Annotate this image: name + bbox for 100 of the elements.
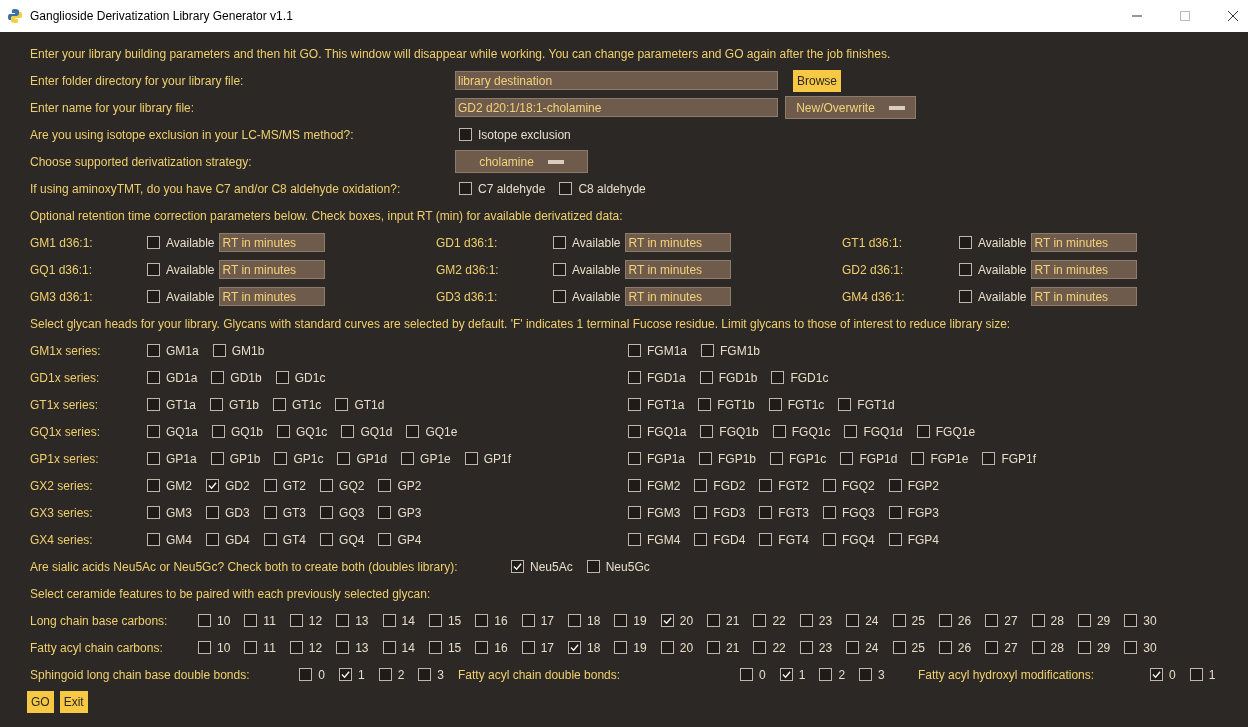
checkbox[interactable]: [1077, 614, 1091, 627]
checkbox[interactable]: [147, 236, 160, 249]
checkbox[interactable]: [263, 506, 277, 519]
checkbox[interactable]: [700, 425, 714, 438]
checkbox[interactable]: [660, 641, 674, 654]
checkbox[interactable]: [586, 560, 600, 573]
checkbox[interactable]: [1031, 614, 1045, 627]
checkbox[interactable]: [521, 614, 535, 627]
checkbox[interactable]: [660, 614, 674, 627]
checkbox[interactable]: [274, 452, 288, 465]
checkbox[interactable]: [244, 614, 258, 627]
checkbox[interactable]: [147, 425, 160, 438]
checkbox[interactable]: [1189, 668, 1203, 681]
checkbox[interactable]: [916, 425, 930, 438]
checkbox[interactable]: [559, 182, 573, 195]
checkbox[interactable]: [628, 371, 641, 384]
browse-button[interactable]: Browse: [793, 69, 841, 92]
checkbox[interactable]: [210, 452, 224, 465]
checkbox[interactable]: [464, 452, 478, 465]
checkbox[interactable]: [628, 344, 641, 357]
checkbox[interactable]: [568, 641, 581, 654]
checkbox[interactable]: [707, 614, 721, 627]
checkbox[interactable]: [320, 533, 334, 546]
checkbox[interactable]: [382, 614, 396, 627]
checkbox[interactable]: [378, 479, 392, 492]
checkbox[interactable]: [289, 614, 303, 627]
checkbox[interactable]: [759, 506, 773, 519]
checkbox[interactable]: [628, 398, 641, 411]
checkbox[interactable]: [147, 506, 160, 519]
checkbox[interactable]: [770, 452, 784, 465]
checkbox[interactable]: [273, 398, 287, 411]
checkbox[interactable]: [212, 344, 226, 357]
checkbox[interactable]: [753, 641, 767, 654]
checkbox[interactable]: [1031, 641, 1045, 654]
close-icon[interactable]: [1228, 11, 1238, 21]
checkbox[interactable]: [698, 398, 712, 411]
checkbox[interactable]: [378, 506, 392, 519]
checkbox[interactable]: [147, 371, 160, 384]
checkbox[interactable]: [846, 614, 860, 627]
checkbox[interactable]: [475, 614, 489, 627]
checkbox[interactable]: [147, 290, 160, 303]
checkbox[interactable]: [959, 290, 972, 303]
checkbox[interactable]: [772, 425, 786, 438]
checkbox[interactable]: [320, 479, 334, 492]
dropdown[interactable]: New/Overwrite: [785, 96, 916, 119]
checkbox[interactable]: [888, 533, 902, 546]
checkbox[interactable]: [888, 506, 902, 519]
go-button[interactable]: GO: [27, 690, 54, 713]
checkbox[interactable]: [911, 452, 925, 465]
checkbox[interactable]: [701, 344, 714, 357]
checkbox[interactable]: [628, 506, 641, 519]
checkbox[interactable]: [335, 398, 349, 411]
checkbox[interactable]: [938, 641, 952, 654]
input-field[interactable]: RT in minutes: [1031, 233, 1138, 252]
checkbox[interactable]: [694, 533, 708, 546]
checkbox[interactable]: [985, 641, 999, 654]
checkbox[interactable]: [892, 641, 906, 654]
checkbox[interactable]: [759, 533, 773, 546]
checkbox[interactable]: [147, 263, 160, 276]
checkbox[interactable]: [277, 425, 291, 438]
checkbox[interactable]: [707, 641, 721, 654]
checkbox[interactable]: [212, 425, 225, 438]
input-field[interactable]: library destination: [455, 71, 778, 90]
checkbox[interactable]: [553, 290, 566, 303]
checkbox[interactable]: [263, 479, 277, 492]
checkbox[interactable]: [378, 668, 392, 681]
checkbox[interactable]: [336, 614, 350, 627]
checkbox[interactable]: [459, 128, 472, 141]
input-field[interactable]: RT in minutes: [219, 287, 326, 306]
checkbox[interactable]: [198, 614, 211, 627]
checkbox[interactable]: [418, 668, 432, 681]
checkbox[interactable]: [275, 371, 289, 384]
checkbox[interactable]: [846, 641, 860, 654]
checkbox[interactable]: [823, 506, 837, 519]
checkbox[interactable]: [694, 506, 708, 519]
input-field[interactable]: RT in minutes: [1031, 287, 1138, 306]
checkbox[interactable]: [753, 614, 767, 627]
checkbox[interactable]: [1124, 614, 1138, 627]
checkbox[interactable]: [341, 425, 355, 438]
checkbox[interactable]: [823, 533, 837, 546]
checkbox[interactable]: [1077, 641, 1091, 654]
checkbox[interactable]: [553, 263, 566, 276]
checkbox[interactable]: [838, 398, 852, 411]
checkbox[interactable]: [799, 614, 813, 627]
checkbox[interactable]: [263, 533, 277, 546]
checkbox[interactable]: [844, 425, 858, 438]
input-field[interactable]: RT in minutes: [219, 260, 326, 279]
input-field[interactable]: RT in minutes: [219, 233, 326, 252]
checkbox[interactable]: [959, 263, 972, 276]
checkbox[interactable]: [768, 398, 782, 411]
input-field[interactable]: RT in minutes: [625, 233, 732, 252]
checkbox[interactable]: [892, 614, 906, 627]
checkbox[interactable]: [859, 668, 873, 681]
checkbox[interactable]: [699, 452, 712, 465]
checkbox[interactable]: [206, 506, 219, 519]
exit-button[interactable]: Exit: [59, 690, 88, 713]
checkbox[interactable]: [401, 452, 415, 465]
checkbox[interactable]: [628, 452, 641, 465]
checkbox[interactable]: [338, 668, 352, 681]
checkbox[interactable]: [823, 479, 837, 492]
